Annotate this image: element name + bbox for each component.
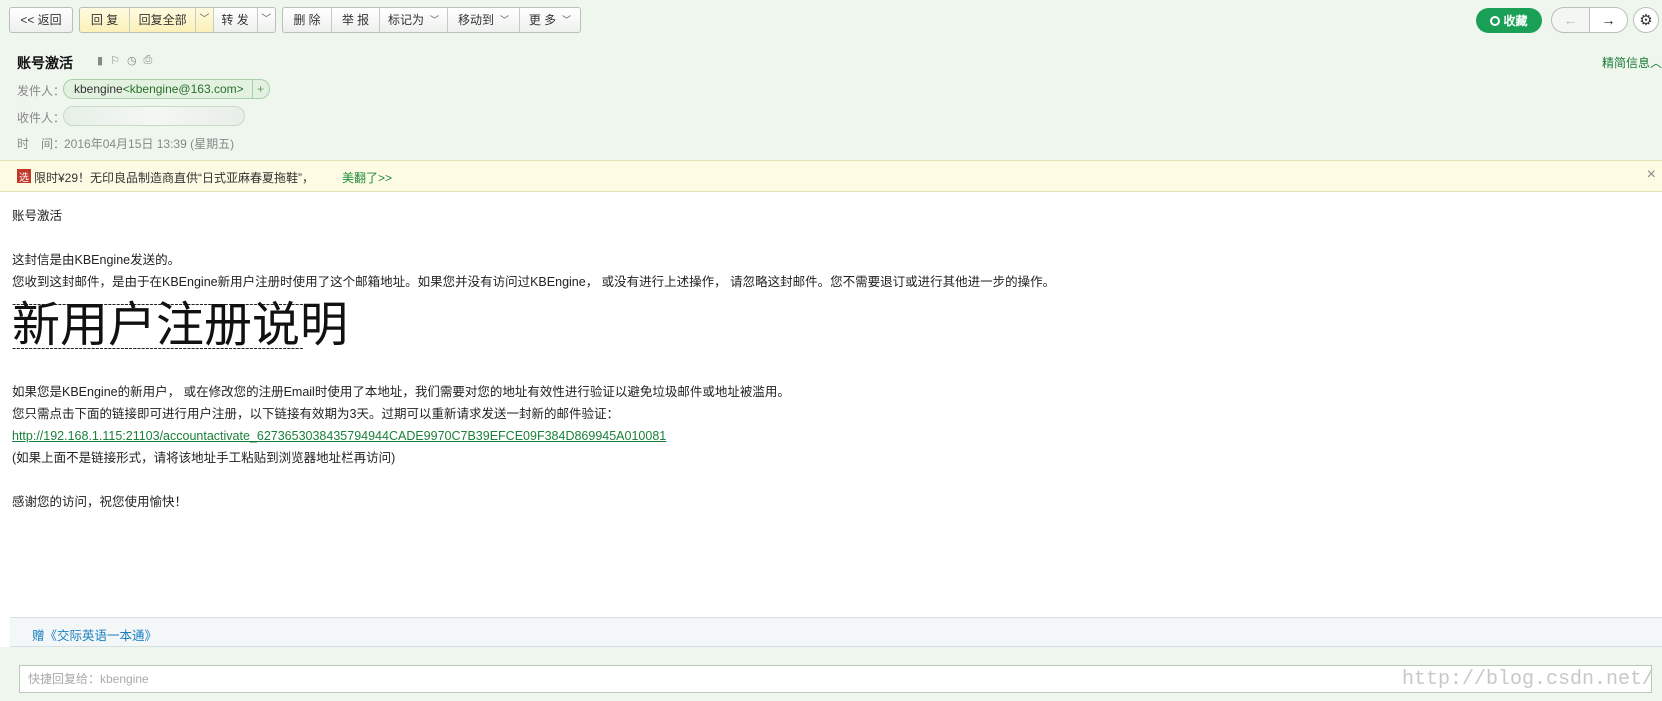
divider: ----------------------------------------… (12, 341, 304, 355)
mail-header: 账号激活 ▮ ⚐ ◷ ⎙ 精简信息︿ 发件人： kbengine<kbengin… (0, 40, 1662, 160)
move-to-label: 移动到 (457, 13, 494, 27)
chevron-down-icon: ﹀ (261, 14, 272, 25)
mail-body: 账号激活 这封信是由KBEngine发送的。 您收到这封邮件，是由于在KBEng… (12, 205, 1652, 513)
chevron-down-icon: ﹀ (430, 15, 440, 25)
move-to-button[interactable]: 移动到 ﹀ (448, 8, 520, 32)
body-copy-instructions: (如果上面不是链接形式，请将该地址手工粘贴到浏览器地址栏再访问) (12, 451, 396, 465)
forward-dropdown-button[interactable]: ﹀ (258, 8, 275, 32)
chevron-down-icon: ﹀ (500, 15, 510, 25)
print-icon[interactable]: ⎙ (144, 54, 153, 67)
mark-as-label: 标记为 (387, 13, 424, 27)
subject-actions: ▮ ⚐ ◷ ⎙ (97, 54, 152, 67)
detail-toggle-link[interactable]: 精简信息︿ (1602, 54, 1662, 71)
forward-button[interactable]: 转 发 (214, 8, 258, 32)
ad-link[interactable]: 美翻了>> (342, 169, 392, 186)
body-heading: 新用户注册说明 (12, 299, 349, 352)
reply-all-button[interactable]: 回复全部 (130, 8, 197, 32)
reply-button-group: 回 复 回复全部 ﹀ 转 发 ﹀ (79, 7, 276, 33)
collect-label: 收藏 (1503, 14, 1528, 28)
gift-link[interactable]: 赠《交际英语一本通》 (32, 625, 157, 644)
arrow-right-icon: → (1601, 12, 1616, 28)
ad-banner: 选 限时¥29！无印良品制造商直供“日式亚麻春夏拖鞋”， 美翻了>> × (0, 160, 1662, 192)
body-title: 账号激活 (12, 209, 63, 223)
bookmark-icon[interactable]: ▮ (97, 54, 103, 67)
detail-toggle-label: 精简信息 (1601, 56, 1650, 70)
sender-chip[interactable]: kbengine<kbengine@163.com> + (63, 79, 270, 99)
delete-button[interactable]: 删 除 (283, 8, 332, 32)
ad-badge-icon: 选 (17, 169, 31, 184)
sender-email: <kbengine@163.com> (122, 82, 244, 96)
reply-button[interactable]: 回 复 (80, 8, 131, 32)
close-icon[interactable]: × (1647, 166, 1656, 184)
ad-text[interactable]: 限时¥29！无印良品制造商直供“日式亚麻春夏拖鞋”， (34, 169, 314, 186)
back-button[interactable]: << 返回 (10, 8, 72, 32)
next-mail-button[interactable]: → (1590, 8, 1627, 32)
time-value: 2016年04月15日 13:39 (星期五) (64, 137, 235, 151)
watermark: http://blog.csdn.net/ (1401, 668, 1654, 691)
report-label: 举 报 (341, 13, 370, 27)
action-button-group: 删 除 举 报 标记为 ﹀ 移动到 ﹀ 更 多 ﹀ (282, 7, 581, 33)
clock-icon[interactable]: ◷ (127, 54, 137, 67)
gear-icon: ⚙ (1639, 12, 1653, 29)
body-reason: 您收到这封邮件，是由于在KBEngine新用户注册时使用了这个邮箱地址。如果您并… (12, 275, 1056, 289)
mail-navigation: ← → (1551, 7, 1628, 33)
body-thanks: 感谢您的访问，祝您使用愉快！ (12, 495, 188, 509)
arrow-left-icon: ← (1563, 12, 1578, 28)
reply-dropdown-button[interactable]: ﹀ (196, 8, 214, 32)
star-icon (1490, 15, 1501, 26)
gift-bar: 赠《交际英语一本通》 (10, 617, 1662, 647)
quick-reply-area: 快捷回复给：kbengine http://blog.csdn.net/ (0, 647, 1662, 701)
previous-mail-button[interactable]: ← (1552, 8, 1590, 32)
flag-icon[interactable]: ⚐ (110, 54, 120, 67)
more-button[interactable]: 更 多 ﹀ (520, 8, 580, 32)
back-button-group: << 返回 (9, 7, 73, 33)
body-click-instructions: 您只需点击下面的链接即可进行用户注册，以下链接有效期为3天。过期可以重新请求发送… (12, 407, 619, 421)
mark-as-button[interactable]: 标记为 ﹀ (380, 8, 448, 32)
sender-address: kbengine<kbengine@163.com> (64, 82, 252, 96)
report-button[interactable]: 举 报 (332, 8, 380, 32)
body-sent-by: 这封信是由KBEngine发送的。 (12, 253, 181, 267)
mail-subject: 账号激活 (17, 55, 73, 71)
collect-button[interactable]: 收藏 (1476, 8, 1542, 33)
time-label: 时 间： (17, 137, 66, 151)
sender-label: 发件人： (17, 84, 66, 98)
sender-name: kbengine (74, 82, 123, 96)
chevron-down-icon: ﹀ (562, 15, 572, 25)
activation-link[interactable]: http://192.168.1.115:21103/accountactiva… (12, 429, 666, 443)
chevron-up-icon: ︿ (1649, 56, 1662, 70)
body-verify: 如果您是KBEngine的新用户， 或在修改您的注册Email时使用了本地址，我… (12, 385, 790, 399)
settings-button[interactable]: ⚙ (1633, 7, 1659, 33)
more-label: 更 多 (528, 13, 557, 27)
recipient-label: 收件人： (17, 111, 66, 125)
toolbar: << 返回 回 复 回复全部 ﹀ 转 发 ﹀ 删 除 举 报 标记为 ﹀ 移动到 ﹀… (0, 0, 1662, 40)
add-contact-button[interactable]: + (251, 80, 269, 98)
chevron-down-icon: ﹀ (199, 14, 210, 25)
recipient-chip-blurred[interactable] (63, 106, 245, 126)
